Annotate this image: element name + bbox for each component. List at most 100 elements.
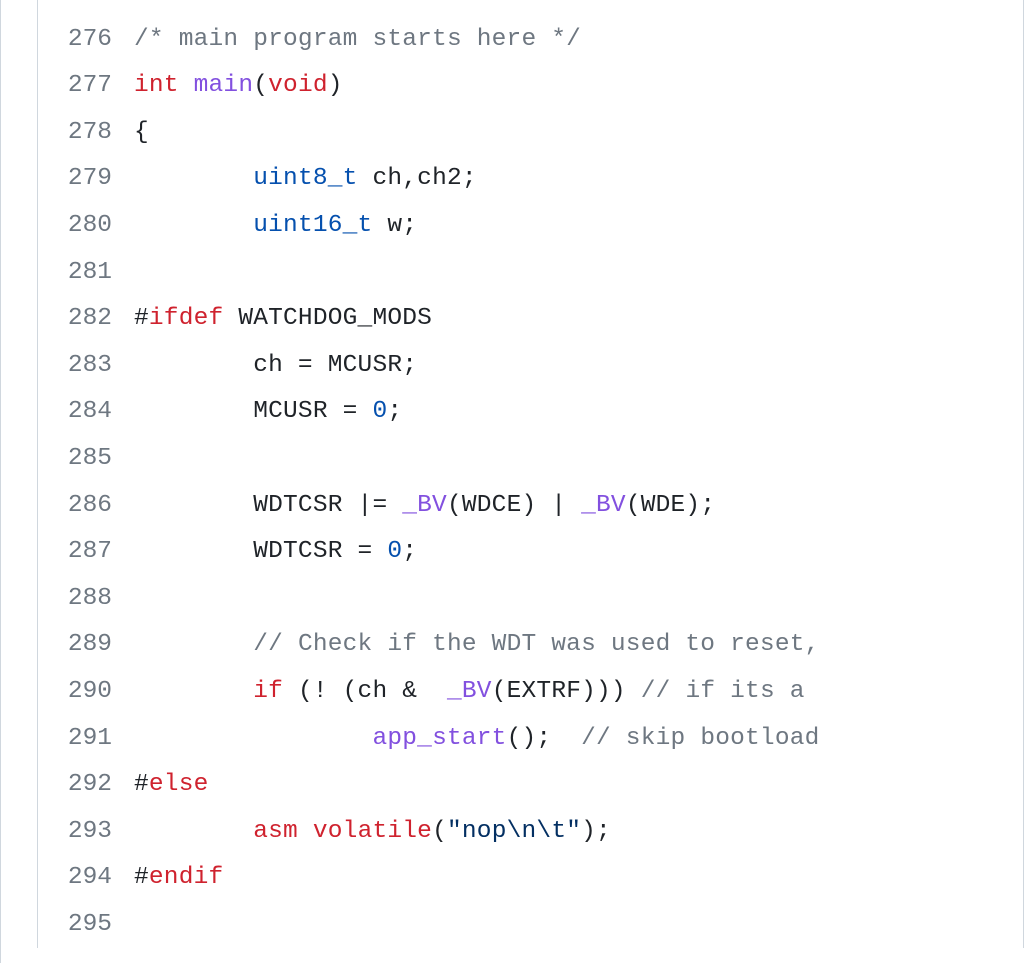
token: volatile [313, 818, 432, 845]
code-line[interactable]: 277int main(void) [38, 63, 1023, 110]
code-line[interactable]: 283 ch = MCUSR; [38, 343, 1023, 390]
token: (EXTRF))) [492, 678, 641, 705]
token: ch = MCUSR; [134, 352, 417, 379]
code-line[interactable]: 293 asm volatile("nop\n\t"); [38, 809, 1023, 856]
token: ( [253, 72, 268, 99]
token: 0 [387, 538, 402, 565]
code-content[interactable]: uint8_t ch,ch2; [134, 156, 1023, 203]
line-number[interactable]: 291 [38, 716, 134, 763]
code-line[interactable]: 288 [38, 576, 1023, 623]
token [134, 212, 253, 239]
token: endif [149, 864, 224, 891]
code-container: 275276/* main program starts here */277i… [37, 0, 1024, 948]
code-content[interactable]: // Check if the WDT was used to reset, [134, 622, 1023, 669]
code-content[interactable]: WDTCSR |= _BV(WDCE) | _BV(WDE); [134, 483, 1023, 530]
code-content[interactable]: WDTCSR = 0; [134, 529, 1023, 576]
token: asm [253, 818, 298, 845]
line-number[interactable]: 280 [38, 203, 134, 250]
token: if [253, 678, 283, 705]
token: 0 [372, 398, 387, 425]
token: w; [372, 212, 417, 239]
line-number[interactable]: 295 [38, 902, 134, 949]
token: ; [387, 398, 402, 425]
line-number[interactable]: 282 [38, 296, 134, 343]
line-number[interactable]: 283 [38, 343, 134, 390]
code-line[interactable]: 290 if (! (ch & _BV(EXTRF))) // if its a [38, 669, 1023, 716]
code-line[interactable]: 286 WDTCSR |= _BV(WDCE) | _BV(WDE); [38, 483, 1023, 530]
code-content[interactable]: { [134, 110, 1023, 157]
token: (WDE); [626, 492, 715, 519]
code-content[interactable]: asm volatile("nop\n\t"); [134, 809, 1023, 856]
code-line[interactable]: 276/* main program starts here */ [38, 17, 1023, 64]
code-content[interactable]: app_start(); // skip bootload [134, 716, 1023, 763]
line-number[interactable]: 281 [38, 250, 134, 297]
code-line[interactable]: 279 uint8_t ch,ch2; [38, 156, 1023, 203]
token: uint16_t [253, 212, 372, 239]
code-line[interactable]: 295 [38, 902, 1023, 949]
token [134, 818, 253, 845]
token: (); [507, 725, 582, 752]
code-content[interactable]: MCUSR = 0; [134, 389, 1023, 436]
token: // Check if the WDT was used to reset, [253, 631, 834, 658]
code-content[interactable]: if (! (ch & _BV(EXTRF))) // if its a [134, 669, 1023, 716]
code-line[interactable]: 291 app_start(); // skip bootload [38, 716, 1023, 763]
token: _BV [402, 492, 447, 519]
token: else [149, 771, 209, 798]
token: (! (ch & [283, 678, 447, 705]
code-line[interactable]: 292#else [38, 762, 1023, 809]
token [134, 725, 372, 752]
code-content[interactable]: /* main program starts here */ [134, 17, 1023, 64]
token: /* main program starts here */ [134, 26, 581, 53]
code-content[interactable]: uint16_t w; [134, 203, 1023, 250]
code-line[interactable]: 284 MCUSR = 0; [38, 389, 1023, 436]
line-number[interactable]: 293 [38, 809, 134, 856]
token: # [134, 771, 149, 798]
token: int [134, 72, 179, 99]
line-number[interactable]: 276 [38, 17, 134, 64]
line-number[interactable]: 277 [38, 63, 134, 110]
code-content[interactable]: #else [134, 762, 1023, 809]
code-line[interactable]: 278{ [38, 110, 1023, 157]
token: main [194, 72, 254, 99]
token: uint8_t [253, 165, 357, 192]
code-line[interactable]: 275 [38, 0, 1023, 17]
token [134, 631, 253, 658]
line-number[interactable]: 275 [38, 0, 134, 17]
token: # [134, 305, 149, 332]
code-content[interactable]: #endif [134, 855, 1023, 902]
token [134, 165, 253, 192]
line-number[interactable]: 288 [38, 576, 134, 623]
token: _BV [581, 492, 626, 519]
code-line[interactable]: 282#ifdef WATCHDOG_MODS [38, 296, 1023, 343]
token [179, 72, 194, 99]
line-number[interactable]: 278 [38, 110, 134, 157]
token: ); [581, 818, 611, 845]
code-content[interactable]: ch = MCUSR; [134, 343, 1023, 390]
line-number[interactable]: 290 [38, 669, 134, 716]
line-number[interactable]: 286 [38, 483, 134, 530]
code-line[interactable]: 285 [38, 436, 1023, 483]
token: app_start [372, 725, 506, 752]
code-content[interactable]: int main(void) [134, 63, 1023, 110]
token [298, 818, 313, 845]
line-number[interactable]: 284 [38, 389, 134, 436]
line-number[interactable]: 289 [38, 622, 134, 669]
code-viewport[interactable]: 275276/* main program starts here */277i… [0, 0, 1024, 963]
token: WATCHDOG_MODS [223, 305, 432, 332]
line-number[interactable]: 287 [38, 529, 134, 576]
token: "nop\n\t" [447, 818, 581, 845]
token: ifdef [149, 305, 224, 332]
code-line[interactable]: 280 uint16_t w; [38, 203, 1023, 250]
code-line[interactable]: 287 WDTCSR = 0; [38, 529, 1023, 576]
line-number[interactable]: 285 [38, 436, 134, 483]
code-line[interactable]: 294#endif [38, 855, 1023, 902]
line-number[interactable]: 292 [38, 762, 134, 809]
code-content[interactable]: #ifdef WATCHDOG_MODS [134, 296, 1023, 343]
code-line[interactable]: 289 // Check if the WDT was used to rese… [38, 622, 1023, 669]
token: MCUSR = [134, 398, 372, 425]
code-line[interactable]: 281 [38, 250, 1023, 297]
token: void [268, 72, 328, 99]
token [134, 678, 253, 705]
line-number[interactable]: 294 [38, 855, 134, 902]
line-number[interactable]: 279 [38, 156, 134, 203]
